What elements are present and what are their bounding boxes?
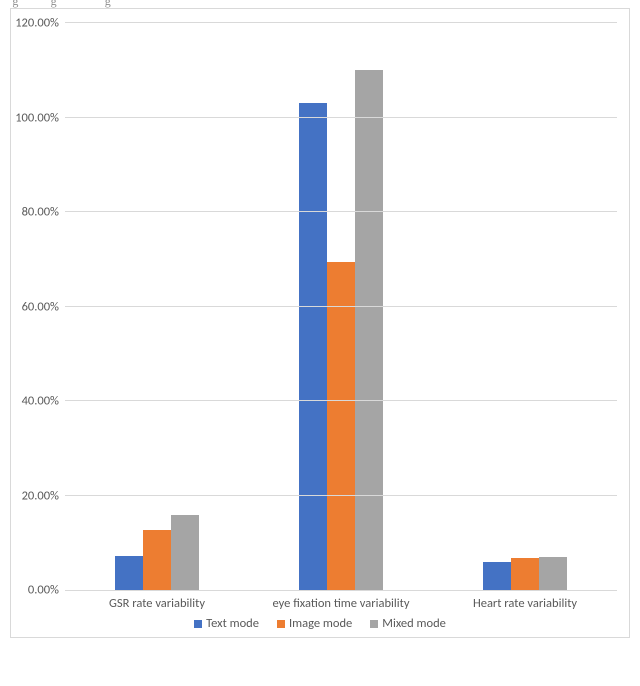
legend: Text mode Image mode Mixed mode <box>11 616 629 631</box>
bar-groups: GSR rate variabilityeye fixation time va… <box>65 23 617 590</box>
plot-area: GSR rate variabilityeye fixation time va… <box>65 23 617 591</box>
gridline <box>65 400 617 401</box>
bar <box>115 556 143 590</box>
bar <box>355 70 383 590</box>
bar <box>539 557 567 590</box>
y-tick-label: 40.00% <box>22 394 59 409</box>
legend-label: Image mode <box>289 616 352 631</box>
category-label: Heart rate variability <box>433 596 617 611</box>
bar <box>171 515 199 590</box>
chart-frame: GSR rate variabilityeye fixation time va… <box>10 8 630 638</box>
gridline <box>65 211 617 212</box>
bar <box>299 103 327 590</box>
bar <box>511 558 539 590</box>
bar-group: eye fixation time variability <box>249 23 433 590</box>
bar-group: GSR rate variability <box>65 23 249 590</box>
gridline <box>65 495 617 496</box>
legend-swatch <box>277 620 285 628</box>
y-tick-label: 20.00% <box>22 488 59 503</box>
bar <box>327 262 355 590</box>
y-tick-label: 0.00% <box>28 583 59 598</box>
y-tick-label: 80.00% <box>22 205 59 220</box>
y-tick-label: 120.00% <box>15 16 59 31</box>
legend-item: Mixed mode <box>370 616 446 631</box>
legend-item: Image mode <box>277 616 352 631</box>
category-label: eye fixation time variability <box>249 596 433 611</box>
category-label: GSR rate variability <box>65 596 249 611</box>
bar <box>143 530 171 590</box>
legend-label: Text mode <box>206 616 259 631</box>
legend-swatch <box>370 620 378 628</box>
bar-group: Heart rate variability <box>433 23 617 590</box>
gridline <box>65 306 617 307</box>
legend-swatch <box>194 620 202 628</box>
y-tick-label: 60.00% <box>22 299 59 314</box>
gridline <box>65 22 617 23</box>
gridline <box>65 117 617 118</box>
legend-label: Mixed mode <box>382 616 446 631</box>
legend-item: Text mode <box>194 616 259 631</box>
y-tick-label: 100.00% <box>15 110 59 125</box>
bar <box>483 562 511 590</box>
